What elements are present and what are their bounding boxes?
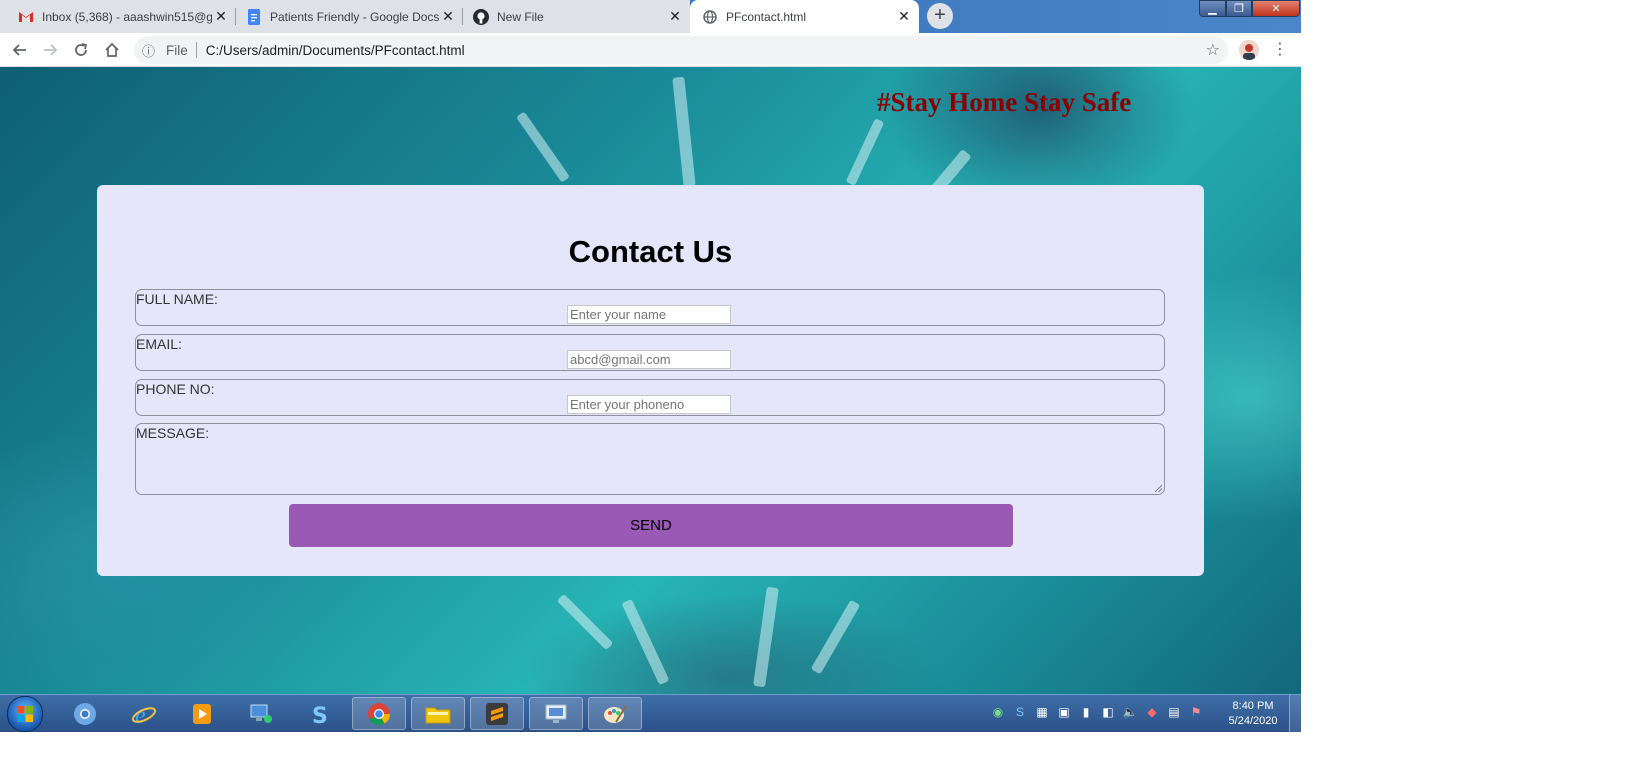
internet-explorer-icon[interactable]: e xyxy=(117,697,171,730)
close-icon[interactable]: ✕ xyxy=(212,8,230,25)
google-docs-icon xyxy=(246,8,262,25)
tray-app-icon[interactable]: ◧ xyxy=(1100,704,1116,720)
email-label: EMAIL: xyxy=(136,336,182,352)
volume-icon[interactable]: 🔈 xyxy=(1122,704,1138,720)
full-name-group: FULL NAME: Enter your name xyxy=(135,289,1165,326)
svg-text:e: e xyxy=(135,703,146,727)
page-viewport: #Stay Home Stay Safe Contact Us FULL NAM… xyxy=(0,67,1301,694)
profile-avatar[interactable] xyxy=(1239,40,1259,60)
contact-form: Contact Us FULL NAME: Enter your name EM… xyxy=(97,185,1204,576)
address-bar[interactable]: ⓘ File C:/Users/admin/Documents/PFcontac… xyxy=(134,36,1228,64)
tab-new-file[interactable]: New File ✕ xyxy=(463,0,690,33)
close-icon[interactable]: ✕ xyxy=(439,8,457,25)
show-desktop-button[interactable] xyxy=(1289,695,1301,732)
info-icon[interactable]: ⓘ xyxy=(142,41,160,60)
send-button[interactable]: SEND xyxy=(289,504,1013,547)
url-text[interactable]: C:/Users/admin/Documents/PFcontact.html xyxy=(206,43,465,58)
power-icon[interactable]: ▤ xyxy=(1166,704,1182,720)
phone-label: PHONE NO: xyxy=(136,381,215,397)
scheme-label: File xyxy=(166,42,188,58)
tray-app-icon[interactable]: ◆ xyxy=(1144,704,1160,720)
computer-icon[interactable] xyxy=(234,697,288,730)
tab-title: PFcontact.html xyxy=(726,9,807,24)
phone-group: PHONE NO: Enter your phoneno xyxy=(135,379,1165,416)
slogan-heading: #Stay Home Stay Safe xyxy=(877,87,1132,117)
clock-time: 8:40 PM xyxy=(1232,700,1274,712)
back-arrow-icon[interactable] xyxy=(8,38,32,62)
menu-dots-icon[interactable]: ⋮ xyxy=(1272,39,1288,59)
tab-pfcontact[interactable]: PFcontact.html ✕ xyxy=(690,0,919,33)
sublime-text-icon[interactable] xyxy=(470,697,524,730)
paint-icon[interactable] xyxy=(588,697,642,730)
message-label: MESSAGE: xyxy=(136,425,210,441)
bookmark-star-icon[interactable]: ☆ xyxy=(1206,40,1220,60)
action-center-flag-icon[interactable]: ⚑ xyxy=(1188,704,1204,720)
file-explorer-icon[interactable] xyxy=(411,697,465,730)
email-group: EMAIL: abcd@gmail.com xyxy=(135,334,1165,371)
window-controls: ▁ ❐ ✕ xyxy=(1199,0,1300,18)
page-title: Contact Us xyxy=(568,234,733,269)
globe-icon xyxy=(702,9,718,25)
tray-app-icon[interactable]: ◉ xyxy=(990,704,1006,720)
sublime-s-icon[interactable]: S xyxy=(293,697,347,730)
gmail-icon xyxy=(18,9,34,25)
tab-gmail[interactable]: Inbox (5,368) - aaashwin515@gm ✕ xyxy=(0,0,236,33)
chrome-icon[interactable] xyxy=(352,697,406,730)
clock-date: 5/24/2020 xyxy=(1228,715,1278,727)
close-icon[interactable]: ✕ xyxy=(895,8,913,25)
tray-sublime-icon[interactable]: S xyxy=(1012,704,1028,720)
resize-grip-icon[interactable] xyxy=(1155,485,1162,492)
full-name-input[interactable]: Enter your name xyxy=(567,305,731,324)
full-name-label: FULL NAME: xyxy=(136,291,218,307)
tab-title: Patients Friendly - Google Docs xyxy=(270,9,439,24)
tab-title: New File xyxy=(497,9,544,24)
new-tab-button[interactable]: + xyxy=(927,3,953,29)
reload-icon[interactable] xyxy=(69,38,93,62)
remote-desktop-icon[interactable] xyxy=(529,697,583,730)
minimize-icon[interactable]: ▁ xyxy=(1199,0,1226,17)
chrome-canary-icon[interactable] xyxy=(58,697,112,730)
media-player-icon[interactable] xyxy=(175,697,229,730)
divider xyxy=(195,42,197,58)
system-tray: ◉ S ▦ ▣ ▮ ◧ 🔈 ◆ ▤ ⚑ xyxy=(990,704,1204,720)
window-close-icon[interactable]: ✕ xyxy=(1252,0,1300,17)
github-icon xyxy=(473,8,489,25)
message-textarea[interactable]: MESSAGE: xyxy=(135,423,1165,495)
home-icon[interactable] xyxy=(100,38,124,62)
clock[interactable]: 8:40 PM 5/24/2020 xyxy=(1222,699,1284,729)
tray-app-icon[interactable]: ▣ xyxy=(1056,704,1072,720)
svg-text:S: S xyxy=(312,704,328,726)
signal-icon[interactable]: ▮ xyxy=(1078,704,1094,720)
phone-input[interactable]: Enter your phoneno xyxy=(567,395,731,414)
close-icon[interactable]: ✕ xyxy=(666,8,684,25)
forward-arrow-icon[interactable] xyxy=(38,38,62,62)
email-input[interactable]: abcd@gmail.com xyxy=(567,350,731,369)
windows-start-icon[interactable] xyxy=(7,696,43,732)
tray-network-share-icon[interactable]: ▦ xyxy=(1034,704,1050,720)
browser-toolbar: ⓘ File C:/Users/admin/Documents/PFcontac… xyxy=(0,33,1301,67)
tab-title: Inbox (5,368) - aaashwin515@gm xyxy=(42,9,212,24)
windows-taskbar: e S ◉ S ▦ ▣ ▮ ◧ 🔈 ◆ ▤ ⚑ 8:40 PM 5/24/202… xyxy=(0,694,1301,732)
restore-icon[interactable]: ❐ xyxy=(1226,0,1252,17)
browser-tab-strip: Inbox (5,368) - aaashwin515@gm ✕ Patient… xyxy=(0,0,1301,33)
tab-google-docs[interactable]: Patients Friendly - Google Docs ✕ xyxy=(236,0,463,33)
